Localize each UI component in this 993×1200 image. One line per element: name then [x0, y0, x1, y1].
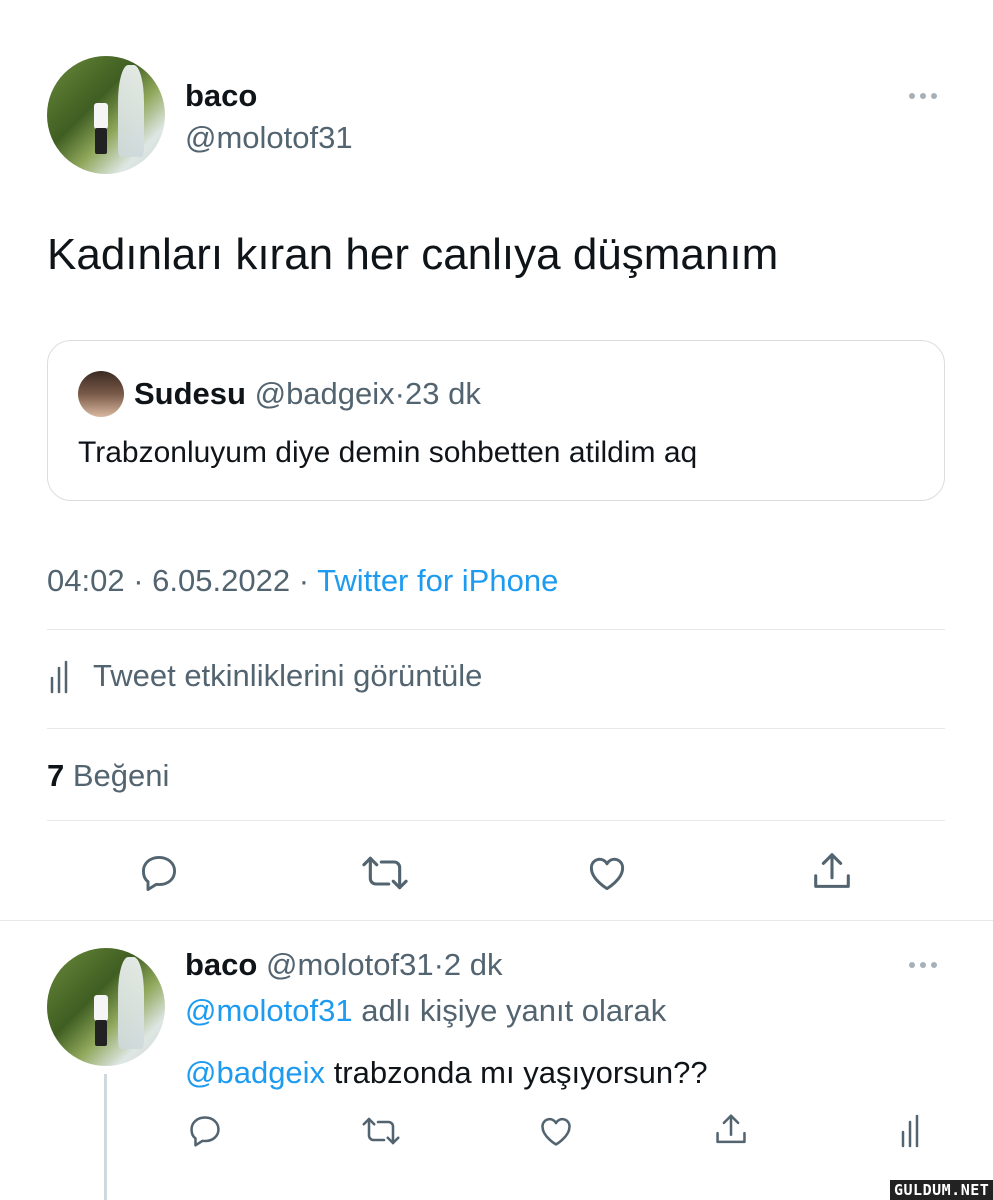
likes-count: 7 — [47, 758, 65, 793]
watermark: GULDUM.NET — [890, 1180, 993, 1200]
tweet-activity-link[interactable]: Tweet etkinliklerini görüntüle — [93, 658, 482, 694]
reply-author-name[interactable]: baco — [185, 947, 257, 982]
replying-to-text: adlı kişiye yanıt olarak — [361, 993, 667, 1028]
quote-name[interactable]: Sudesu — [134, 376, 246, 411]
like-icon[interactable] — [584, 851, 630, 895]
analytics-icon[interactable] — [900, 1114, 924, 1148]
replying-to: @molotof31 adlı kişiye yanıt olarak — [185, 993, 666, 1029]
likes-stat[interactable]: 7 Beğeni — [47, 758, 169, 794]
replying-to-link[interactable]: @molotof31 — [185, 993, 353, 1028]
analytics-icon[interactable] — [49, 660, 73, 694]
reply-icon[interactable] — [186, 1112, 224, 1150]
share-icon[interactable] — [809, 849, 855, 895]
reply-time[interactable]: 2 dk — [444, 947, 503, 982]
author-handle[interactable]: @molotof31 — [185, 120, 353, 156]
quote-text: Trabzonluyum diye demin sohbetten atildi… — [78, 436, 698, 469]
thread-line — [104, 1074, 107, 1200]
tweet-date: 6.05.2022 — [152, 563, 291, 598]
mention-link[interactable]: @badgeix — [185, 1055, 325, 1090]
tweet-text: Kadınları kıran her canlıya düşmanım — [47, 230, 779, 279]
divider — [0, 920, 993, 921]
tweet-source-link[interactable]: Twitter for iPhone — [317, 563, 558, 598]
author-avatar[interactable] — [47, 56, 165, 174]
retweet-icon[interactable] — [360, 1113, 402, 1149]
more-icon[interactable] — [909, 93, 937, 99]
quote-handle[interactable]: @badgeix — [255, 376, 395, 411]
quote-separator: · — [394, 376, 405, 411]
likes-label: Beğeni — [72, 758, 170, 793]
author-name[interactable]: baco — [185, 78, 257, 114]
divider — [47, 629, 945, 630]
reply-header: baco @molotof31·2 dk — [185, 947, 503, 983]
quote-avatar[interactable] — [78, 371, 124, 417]
quote-time[interactable]: 23 dk — [405, 376, 481, 411]
divider — [47, 728, 945, 729]
reply-author-avatar[interactable] — [47, 948, 165, 1066]
quote-header: Sudesu @badgeix·23 dk — [134, 376, 481, 412]
quoted-tweet[interactable] — [47, 340, 945, 501]
share-icon[interactable] — [712, 1110, 750, 1150]
tweet-meta: 04:02 · 6.05.2022 · Twitter for iPhone — [47, 563, 558, 599]
retweet-icon[interactable] — [360, 851, 410, 895]
more-icon[interactable] — [909, 962, 937, 968]
like-icon[interactable] — [537, 1112, 575, 1150]
reply-body: trabzonda mı yaşıyorsun?? — [333, 1055, 708, 1090]
divider — [47, 820, 945, 821]
meta-separator: · — [298, 563, 310, 598]
reply-separator: · — [433, 947, 444, 982]
meta-separator: · — [133, 563, 144, 598]
reply-icon[interactable] — [137, 851, 181, 895]
reply-text: @badgeix trabzonda mı yaşıyorsun?? — [185, 1055, 708, 1091]
reply-author-handle[interactable]: @molotof31 — [266, 947, 434, 982]
tweet-time: 04:02 — [47, 563, 125, 598]
